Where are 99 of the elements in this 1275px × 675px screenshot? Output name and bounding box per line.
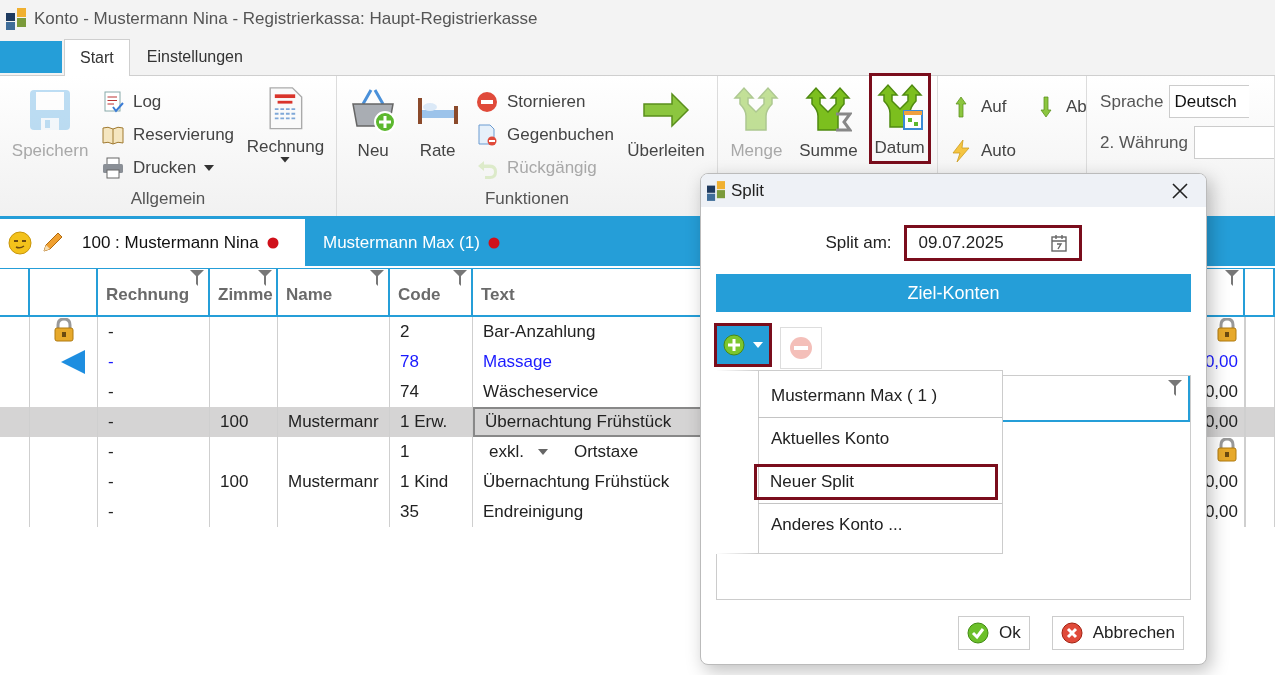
table-cell: Mustermanr <box>288 472 379 492</box>
caret-icon <box>204 164 215 171</box>
ribbon-button[interactable]: Reservierung <box>97 118 238 151</box>
dialog-button[interactable]: Ok <box>958 616 1030 650</box>
window-title: Konto - Mustermann Nina - Registrierkassa: Haupt-Registrierkasse <box>34 9 538 29</box>
ribbon-button[interactable]: Stornieren <box>472 85 617 118</box>
minus-circle-icon <box>789 336 813 360</box>
table-cell: - <box>108 382 114 402</box>
split-sum-icon <box>804 86 853 134</box>
table-cell: 74 <box>400 382 419 402</box>
caret-icon <box>280 157 291 163</box>
padlock-icon <box>52 317 75 342</box>
ribbon-button[interactable]: Auf <box>946 90 1019 124</box>
ribbon-button[interactable]: Summe <box>793 76 864 166</box>
menu-item[interactable]: Mustermann Max ( 1 ) <box>758 378 998 414</box>
table-cell: 1 Erw. <box>400 412 448 432</box>
table-cell: - <box>108 472 114 492</box>
table-cell: - <box>108 322 114 342</box>
input-field[interactable]: Deutsch <box>1169 85 1250 118</box>
padlock-icon <box>1216 437 1238 462</box>
section-header: Ziel-Konten <box>716 274 1191 312</box>
table-cell: 1 Kind <box>400 472 449 492</box>
plus-icon <box>723 334 745 356</box>
table-cell: - <box>108 412 114 432</box>
check-icon <box>967 622 990 644</box>
ribbon-button[interactable]: Überleiten <box>621 76 711 166</box>
table-cell: Mustermanr <box>288 412 379 432</box>
ribbon-tab[interactable]: Start <box>64 39 130 76</box>
table-cell: Wäscheservice <box>483 382 599 402</box>
smiley-icon <box>8 230 32 255</box>
date-field[interactable]: 09.07.2025 <box>903 225 1082 261</box>
status-dot-icon <box>487 236 500 249</box>
menu-item[interactable]: Anderes Konto ... <box>758 507 998 543</box>
calendar-icon[interactable] <box>1050 234 1067 252</box>
ribbon-button[interactable]: Datum <box>868 73 931 164</box>
table-cell: Übernachtung Frühstück <box>483 472 670 492</box>
filter-icon[interactable] <box>258 270 272 286</box>
table-cell: Ortstaxe <box>573 442 639 462</box>
ribbon-button[interactable]: Rechnung <box>240 76 331 166</box>
dialog-title: Split <box>731 180 766 201</box>
filter-icon[interactable] <box>1225 270 1239 286</box>
group-label: Funktionen <box>483 189 571 210</box>
table-cell: - <box>108 442 114 462</box>
table-cell: 1 <box>400 442 410 462</box>
split-calendar-icon <box>875 83 924 131</box>
table-cell: Übernachtung Frühstück <box>485 412 672 432</box>
cancel-icon <box>1060 622 1083 644</box>
table-cell: 78 <box>400 352 419 372</box>
ribbon-button[interactable]: Neu <box>343 76 404 166</box>
column-header[interactable]: Code <box>398 285 441 305</box>
padlock-icon <box>1216 317 1238 342</box>
column-header[interactable]: Zimme <box>218 285 273 305</box>
field-label: Sprache <box>1100 91 1164 112</box>
ribbon-button[interactable]: Gegenbuchen <box>472 118 617 151</box>
app-logo-icon <box>6 8 26 30</box>
tax-mode-dropdown[interactable]: exkl. <box>483 442 548 462</box>
table-cell: Massage <box>483 352 552 372</box>
table-cell: - <box>108 502 114 522</box>
split-arrows-icon <box>732 86 781 134</box>
add-dropdown-button[interactable] <box>714 323 772 367</box>
table-cell: 100 <box>220 472 249 492</box>
menu-item[interactable]: Neuer Split <box>754 464 998 500</box>
pencil-icon <box>40 230 64 255</box>
ribbon-button[interactable]: Rate <box>407 76 468 166</box>
ribbon-tab[interactable]: Einstellungen <box>131 39 258 75</box>
dialog-button[interactable]: Abbrechen <box>1051 616 1184 650</box>
status-dot-icon <box>266 236 279 249</box>
filter-icon[interactable] <box>1168 380 1182 396</box>
filter-icon[interactable] <box>190 270 204 286</box>
table-cell: - <box>108 352 114 372</box>
filter-icon[interactable] <box>370 270 384 286</box>
column-header[interactable]: Rechnung <box>106 285 190 305</box>
table-cell: Endreinigung <box>483 502 584 522</box>
close-icon[interactable] <box>1172 182 1188 199</box>
field-label: Split am: <box>825 233 892 253</box>
caret-icon <box>753 342 763 348</box>
menu-item[interactable]: Aktuelles Konto <box>758 421 998 457</box>
caret-icon <box>537 449 548 455</box>
group-label: Allgemein <box>129 189 207 210</box>
field-label: 2. Währung <box>1100 132 1188 153</box>
current-row-arrow-icon <box>60 350 85 374</box>
column-header[interactable]: Text <box>481 285 515 305</box>
minus-circle-icon <box>475 89 499 114</box>
filter-icon[interactable] <box>453 270 467 286</box>
lightning-icon <box>949 139 973 163</box>
printer-icon <box>100 155 125 180</box>
ribbon-button[interactable]: Auto <box>946 134 1019 168</box>
ribbon-button[interactable]: Ab <box>1031 90 1090 124</box>
document-minus-icon <box>475 122 499 147</box>
table-cell: 100 <box>220 412 249 432</box>
account-tab[interactable]: 100 : Mustermann Nina <box>0 219 305 266</box>
app-logo-icon <box>707 180 725 201</box>
input-field[interactable] <box>1194 126 1274 159</box>
table-cell: Bar-Anzahlung <box>483 322 596 342</box>
table-cell: 35 <box>400 502 419 522</box>
table-cell: 2 <box>400 322 410 342</box>
ribbon-button[interactable]: Log <box>97 85 238 118</box>
column-header[interactable]: Name <box>286 285 333 305</box>
ribbon-button[interactable]: Drucken <box>97 151 238 184</box>
